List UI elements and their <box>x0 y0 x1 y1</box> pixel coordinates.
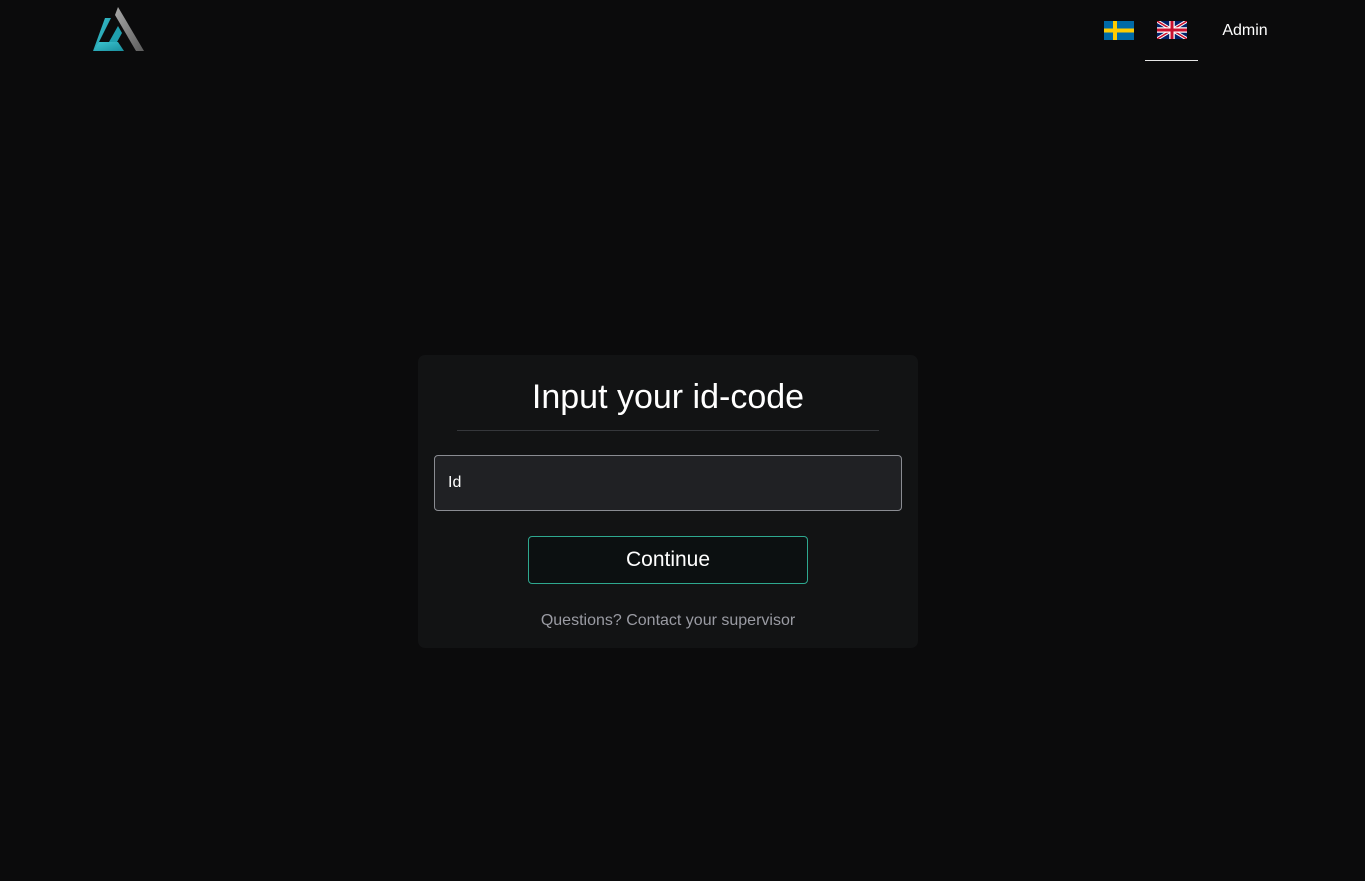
page: Admin Input your id-code Continue Questi… <box>0 0 1365 881</box>
logo-icon[interactable] <box>91 6 145 54</box>
id-login-card: Input your id-code Continue Questions? C… <box>418 355 918 648</box>
title-divider <box>457 430 879 431</box>
swedish-flag-icon <box>1104 20 1134 40</box>
language-option-swedish[interactable] <box>1093 0 1145 60</box>
language-option-english[interactable] <box>1145 0 1198 61</box>
help-text: Questions? Contact your supervisor <box>540 612 796 629</box>
page-title: Input your id-code <box>531 378 805 416</box>
admin-link-label: Admin <box>1222 22 1268 39</box>
continue-button[interactable]: Continue <box>528 536 808 584</box>
admin-link[interactable]: Admin <box>1214 0 1276 62</box>
uk-flag-icon <box>1156 21 1187 39</box>
id-code-input[interactable] <box>434 455 902 511</box>
